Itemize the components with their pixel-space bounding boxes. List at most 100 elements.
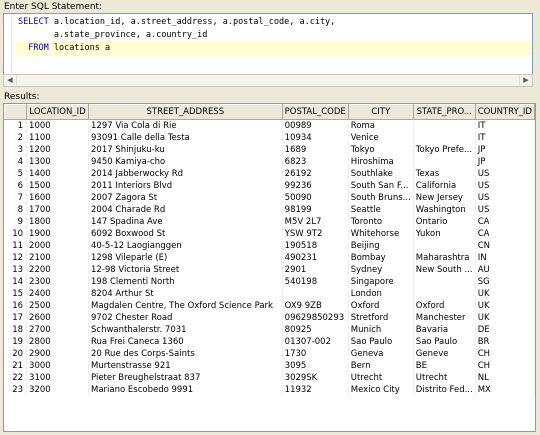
table-row[interactable]: 16 2500 Magdalen Centre, The Oxford Scienc… — [4, 300, 535, 312]
table-cell[interactable]: 40-5-12 Laogianggen — [88, 240, 283, 252]
table-row[interactable]: 12 2100 1298 Vileparle (E) 490231 Bombay Maha… — [4, 252, 535, 264]
table-cell[interactable]: Ontario — [413, 216, 476, 228]
table-row[interactable]: 10 1900 6092 Boxwood St YSW 9T2 Whitehorse Yu… — [4, 228, 535, 240]
table-cell[interactable]: 6823 — [282, 156, 349, 168]
table-row[interactable]: 11 2000 40-5-12 Laogianggen 190518 Beijing CN — [4, 240, 535, 252]
table-cell[interactable]: CH — [475, 348, 535, 360]
table-row[interactable]: 9 1800 147 Spadina Ave M5V 2L7 Toronto Ontari… — [4, 216, 535, 228]
table-cell[interactable]: 1700 — [26, 204, 90, 216]
table-cell[interactable]: 198 Clementi North — [88, 276, 283, 288]
table-cell[interactable]: 1297 Via Cola di Rie — [88, 119, 283, 132]
table-cell[interactable]: 2700 — [26, 324, 90, 336]
table-cell[interactable]: 3100 — [26, 372, 90, 384]
table-cell[interactable]: Venice — [348, 132, 414, 144]
table-row[interactable]: 23 3200 Mariano Escobedo 9991 11932 Mexico C… — [4, 384, 535, 396]
table-cell[interactable]: Texas — [413, 168, 476, 180]
table-cell[interactable]: 98199 — [282, 204, 349, 216]
table-cell[interactable]: 26192 — [282, 168, 349, 180]
column-header[interactable]: COUNTRY_ID — [474, 104, 535, 120]
table-cell[interactable] — [282, 288, 349, 300]
table-cell[interactable]: MX — [475, 384, 535, 396]
table-cell[interactable]: Stretford — [348, 312, 414, 324]
table-cell[interactable] — [413, 119, 476, 132]
table-cell[interactable]: IT — [475, 132, 535, 144]
table-cell[interactable]: South Bruns... — [348, 192, 414, 204]
table-cell[interactable]: 2500 — [26, 300, 90, 312]
table-cell[interactable]: 2100 — [26, 252, 90, 264]
table-cell[interactable]: 1500 — [26, 180, 90, 192]
table-cell[interactable]: 2901 — [282, 264, 349, 276]
column-header[interactable]: STREET_ADDRESS — [88, 104, 283, 120]
table-cell[interactable]: 1800 — [26, 216, 90, 228]
table-row[interactable]: 6 1500 2011 Interiors Blvd 99236 South San F… — [4, 180, 535, 192]
table-cell[interactable]: 93091 Calle della Testa — [88, 132, 283, 144]
table-cell[interactable]: JP — [475, 156, 535, 168]
sql-line[interactable]: a.state_province, a.country_id — [16, 29, 532, 42]
sql-code[interactable]: SELECT a.location_id, a.street_address, … — [16, 16, 532, 55]
table-cell[interactable]: 1200 — [26, 144, 90, 156]
table-cell[interactable]: Roma — [348, 119, 414, 132]
table-cell[interactable]: 2007 Zagora St — [88, 192, 283, 204]
table-cell[interactable]: 09629850293 — [282, 312, 349, 324]
table-row[interactable]: 20 2900 20 Rue des Corps-Saints 1730 Geneva G… — [4, 348, 535, 360]
table-row[interactable]: 2 1100 93091 Calle della Testa 10934 Venice I… — [4, 132, 535, 144]
table-cell[interactable]: IT — [475, 119, 535, 132]
table-row[interactable]: 8 1700 2004 Charade Rd 98199 Seattle Washingt… — [4, 204, 535, 216]
sql-line[interactable]: SELECT a.location_id, a.street_address, … — [16, 16, 532, 29]
table-cell[interactable]: Maharashtra — [413, 252, 476, 264]
table-cell[interactable]: 2900 — [26, 348, 90, 360]
table-cell[interactable]: Tokyo — [348, 144, 414, 156]
table-cell[interactable]: UK — [475, 288, 535, 300]
table-cell[interactable] — [413, 288, 476, 300]
scroll-right-arrow-icon[interactable]: ▶ — [519, 75, 532, 86]
table-cell[interactable]: Hiroshima — [348, 156, 414, 168]
table-row[interactable]: 5 1400 2014 Jabberwocky Rd 26192 Southlake Te… — [4, 168, 535, 180]
table-cell[interactable]: Schwanthalerstr. 7031 — [88, 324, 283, 336]
table-cell[interactable]: 00989 — [282, 119, 349, 132]
table-cell[interactable]: Rua Frei Caneca 1360 — [88, 336, 283, 348]
table-cell[interactable]: Bavaria — [413, 324, 476, 336]
table-cell[interactable]: Sao Paulo — [348, 336, 414, 348]
table-cell[interactable]: IN — [475, 252, 535, 264]
table-cell[interactable]: UK — [475, 300, 535, 312]
table-cell[interactable]: 8204 Arthur St — [88, 288, 283, 300]
table-cell[interactable]: 11932 — [282, 384, 349, 396]
table-cell[interactable]: Manchester — [413, 312, 476, 324]
table-cell[interactable] — [413, 276, 476, 288]
table-cell[interactable]: JP — [475, 144, 535, 156]
table-cell[interactable]: 1298 Vileparle (E) — [88, 252, 283, 264]
table-row[interactable]: 14 2300 198 Clementi North 540198 Singapore S… — [4, 276, 535, 288]
table-cell[interactable]: 9702 Chester Road — [88, 312, 283, 324]
table-cell[interactable]: 2300 — [26, 276, 90, 288]
table-cell[interactable]: 1730 — [282, 348, 349, 360]
table-cell[interactable]: 2004 Charade Rd — [88, 204, 283, 216]
table-cell[interactable]: Geneva — [348, 348, 414, 360]
table-row[interactable]: 4 1300 9450 Kamiya-cho 6823 Hiroshima JP — [4, 156, 535, 168]
editor-horizontal-scrollbar[interactable]: ◀ ▶ — [3, 74, 533, 87]
table-cell[interactable]: Washington — [413, 204, 476, 216]
table-cell[interactable]: Toronto — [348, 216, 414, 228]
table-row[interactable]: 7 1600 2007 Zagora St 50090 South Bruns... Ne… — [4, 192, 535, 204]
table-cell[interactable]: Tokyo Prefe... — [413, 144, 476, 156]
row-number-header[interactable] — [4, 104, 28, 120]
table-cell[interactable]: 01307-002 — [282, 336, 349, 348]
table-cell[interactable]: CA — [475, 228, 535, 240]
table-cell[interactable]: US — [475, 168, 535, 180]
table-row[interactable]: 19 2800 Rua Frei Caneca 1360 01307-002 Sao P… — [4, 336, 535, 348]
table-cell[interactable]: Sao Paulo — [413, 336, 476, 348]
table-cell[interactable]: SG — [475, 276, 535, 288]
column-header[interactable]: STATE_PRO... — [412, 104, 476, 120]
table-cell[interactable]: US — [475, 204, 535, 216]
table-cell[interactable]: Murtenstrasse 921 — [88, 360, 283, 372]
table-cell[interactable]: 99236 — [282, 180, 349, 192]
table-cell[interactable]: Distrito Fed... — [413, 384, 476, 396]
table-cell[interactable]: 3095 — [282, 360, 349, 372]
table-row[interactable]: 1 1000 1297 Via Cola di Rie 00989 Roma IT — [4, 119, 535, 132]
table-cell[interactable]: 9450 Kamiya-cho — [88, 156, 283, 168]
table-cell[interactable] — [413, 156, 476, 168]
table-cell[interactable]: Beijing — [348, 240, 414, 252]
table-cell[interactable] — [413, 240, 476, 252]
sql-editor[interactable]: SELECT a.location_id, a.street_address, … — [3, 13, 533, 75]
table-cell[interactable]: 2014 Jabberwocky Rd — [88, 168, 283, 180]
table-cell[interactable]: 1900 — [26, 228, 90, 240]
